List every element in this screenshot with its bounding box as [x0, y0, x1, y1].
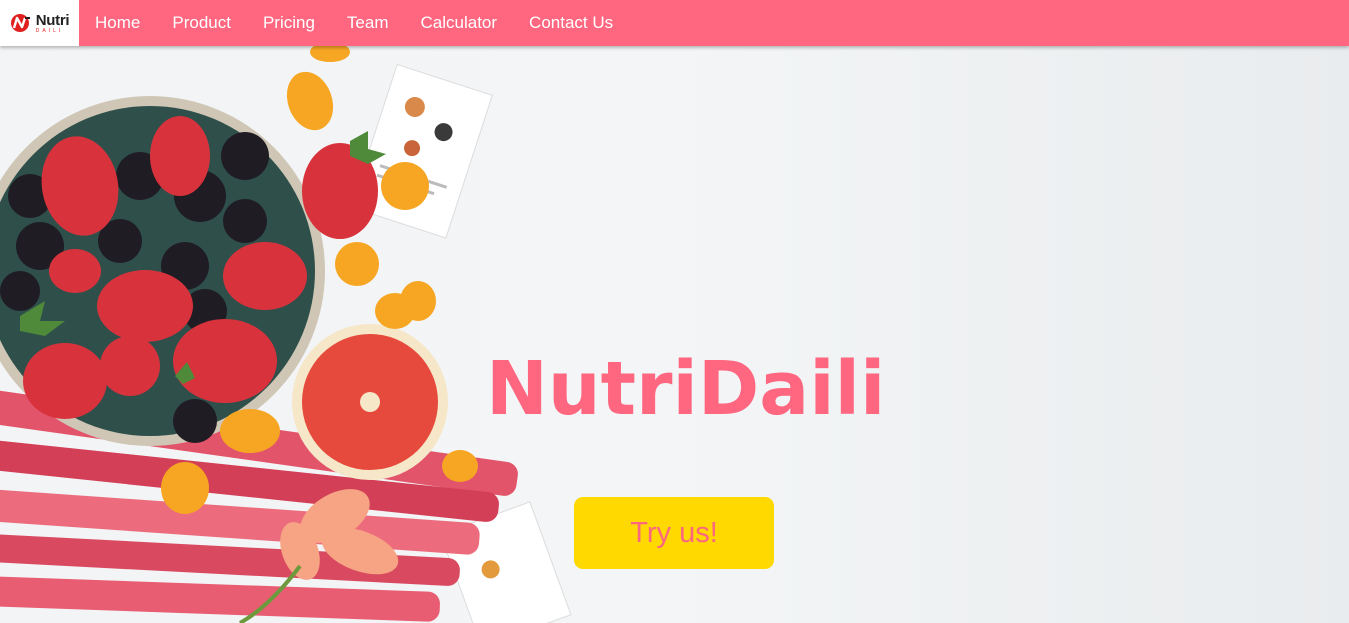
- hero-section: NutriDaili Try us!: [0, 46, 1349, 623]
- nav-contact-us[interactable]: Contact Us: [529, 13, 613, 33]
- nav-home[interactable]: Home: [95, 13, 140, 33]
- logo-sub-text: DAILI: [35, 27, 64, 34]
- logo-main-text: Nutri: [35, 11, 70, 29]
- logo-n-icon: [10, 14, 30, 32]
- hero-title: NutriDaili: [486, 346, 886, 432]
- navbar: Nutri DAILI Home Product Pricing Team Ca…: [0, 0, 1349, 46]
- nav-links: Home Product Pricing Team Calculator Con…: [95, 13, 645, 33]
- fruit-bowl-photo: [0, 46, 572, 623]
- nav-product[interactable]: Product: [172, 13, 231, 33]
- nav-pricing[interactable]: Pricing: [263, 13, 315, 33]
- nav-calculator[interactable]: Calculator: [421, 13, 498, 33]
- brand-logo[interactable]: Nutri DAILI: [0, 0, 79, 46]
- logo-text: Nutri DAILI: [36, 13, 70, 34]
- try-us-button[interactable]: Try us!: [574, 497, 774, 569]
- nav-team[interactable]: Team: [347, 13, 389, 33]
